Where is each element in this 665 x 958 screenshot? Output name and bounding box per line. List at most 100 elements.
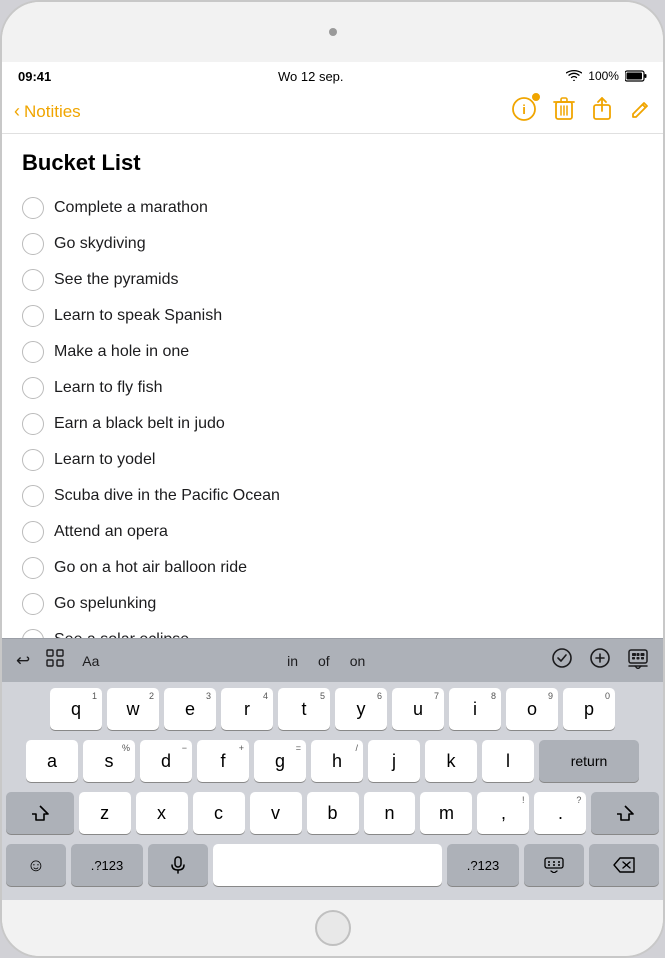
add-button[interactable]	[583, 643, 617, 678]
checklist-item: Scuba dive in the Pacific Ocean	[22, 482, 643, 510]
back-button[interactable]: ‹ Notities	[14, 102, 81, 122]
check-circle[interactable]	[22, 629, 44, 638]
trash-icon[interactable]	[553, 97, 575, 127]
checklist-item: Make a hole in one	[22, 338, 643, 366]
share-icon[interactable]	[591, 97, 613, 127]
word2-button[interactable]: of	[310, 649, 338, 673]
key-return[interactable]: return	[539, 740, 639, 782]
key-y[interactable]: 6y	[335, 688, 387, 730]
key-shift[interactable]	[6, 792, 74, 834]
check-circle[interactable]	[22, 197, 44, 219]
checklist-item: See the pyramids	[22, 266, 643, 294]
item-text: Go spelunking	[54, 595, 156, 613]
wifi-icon	[566, 70, 582, 82]
key-mic[interactable]	[148, 844, 208, 886]
battery-icon	[625, 70, 647, 82]
key-g[interactable]: =g	[254, 740, 306, 782]
key-r[interactable]: 4r	[221, 688, 273, 730]
checklist-item: Go spelunking	[22, 590, 643, 618]
key-j[interactable]: j	[368, 740, 420, 782]
key-row-3: z x c v b n m !, ?.	[6, 792, 659, 834]
svg-text:i: i	[522, 102, 526, 117]
key-keyboard[interactable]	[524, 844, 584, 886]
check-circle[interactable]	[22, 413, 44, 435]
format-button[interactable]: Aa	[74, 649, 107, 673]
key-c[interactable]: c	[193, 792, 245, 834]
home-button[interactable]	[315, 910, 351, 946]
top-bezel	[2, 2, 663, 62]
key-a[interactable]: a	[26, 740, 78, 782]
key-q[interactable]: 1q	[50, 688, 102, 730]
item-text: See a solar eclipse	[54, 631, 189, 638]
check-circle[interactable]	[22, 233, 44, 255]
key-space[interactable]	[213, 844, 442, 886]
key-period[interactable]: ?.	[534, 792, 586, 834]
nav-bar: ‹ Notities i	[2, 90, 663, 134]
key-e[interactable]: 3e	[164, 688, 216, 730]
key-emoji[interactable]: ☺	[6, 844, 66, 886]
compose-icon[interactable]	[629, 97, 651, 127]
key-h[interactable]: /h	[311, 740, 363, 782]
key-d[interactable]: −d	[140, 740, 192, 782]
key-v[interactable]: v	[250, 792, 302, 834]
battery-percent: 100%	[588, 69, 619, 83]
keyboard-toolbar: ↩ Aa in of on	[2, 638, 663, 682]
note-content: Bucket List Complete a marathonGo skydiv…	[2, 134, 663, 638]
alert-badge	[531, 92, 541, 102]
key-l[interactable]: l	[482, 740, 534, 782]
keyboard[interactable]: ↩ Aa in of on	[2, 638, 663, 900]
key-o[interactable]: 9o	[506, 688, 558, 730]
check-circle[interactable]	[22, 341, 44, 363]
check-circle[interactable]	[22, 305, 44, 327]
status-time: 09:41	[18, 69, 51, 84]
check-circle[interactable]	[22, 521, 44, 543]
check-circle[interactable]	[22, 377, 44, 399]
key-n[interactable]: n	[364, 792, 416, 834]
keyboard-keys: 1q 2w 3e 4r 5t 6y 7u 8i 9o 0p a %s −d +f…	[2, 682, 663, 900]
back-label: Notities	[24, 102, 81, 122]
check-circle[interactable]	[22, 449, 44, 471]
item-text: Attend an opera	[54, 523, 168, 541]
word3-button[interactable]: on	[342, 649, 374, 673]
status-bar: 09:41 Wo 12 sep. 100%	[2, 62, 663, 90]
word1-button[interactable]: in	[279, 649, 306, 673]
check-button[interactable]	[545, 643, 579, 678]
undo-button[interactable]: ↩	[10, 647, 36, 675]
checklist: Complete a marathon Go skydiving See the p…	[22, 194, 643, 638]
item-text: Learn to fly fish	[54, 379, 163, 397]
status-date: Wo 12 sep.	[278, 69, 344, 84]
key-z[interactable]: z	[79, 792, 131, 834]
ipad-device: 09:41 Wo 12 sep. 100% ‹ Notities	[0, 0, 665, 958]
key-m[interactable]: m	[420, 792, 472, 834]
key-x[interactable]: x	[136, 792, 188, 834]
check-circle[interactable]	[22, 557, 44, 579]
item-text: Go on a hot air balloon ride	[54, 559, 247, 577]
key-u[interactable]: 7u	[392, 688, 444, 730]
key-b[interactable]: b	[307, 792, 359, 834]
check-circle[interactable]	[22, 593, 44, 615]
check-circle[interactable]	[22, 485, 44, 507]
alert-icon[interactable]: i	[511, 96, 537, 128]
item-text: Go skydiving	[54, 235, 146, 253]
checklist-item: Learn to fly fish	[22, 374, 643, 402]
key-delete[interactable]	[589, 844, 659, 886]
checklist-item: Complete a marathon	[22, 194, 643, 222]
item-text: Make a hole in one	[54, 343, 189, 361]
keyboard-dismiss-button[interactable]	[621, 643, 655, 678]
key-i[interactable]: 8i	[449, 688, 501, 730]
key-k[interactable]: k	[425, 740, 477, 782]
key-row-1: 1q 2w 3e 4r 5t 6y 7u 8i 9o 0p	[6, 688, 659, 730]
camera	[329, 28, 337, 36]
key-t[interactable]: 5t	[278, 688, 330, 730]
chevron-left-icon: ‹	[14, 101, 20, 122]
key-s[interactable]: %s	[83, 740, 135, 782]
grid-button[interactable]	[40, 645, 70, 676]
key-w[interactable]: 2w	[107, 688, 159, 730]
key-f[interactable]: +f	[197, 740, 249, 782]
key-p[interactable]: 0p	[563, 688, 615, 730]
key-comma[interactable]: !,	[477, 792, 529, 834]
key-symbol-left[interactable]: .?123	[71, 844, 143, 886]
key-shift-right[interactable]	[591, 792, 659, 834]
check-circle[interactable]	[22, 269, 44, 291]
key-symbol-right[interactable]: .?123	[447, 844, 519, 886]
